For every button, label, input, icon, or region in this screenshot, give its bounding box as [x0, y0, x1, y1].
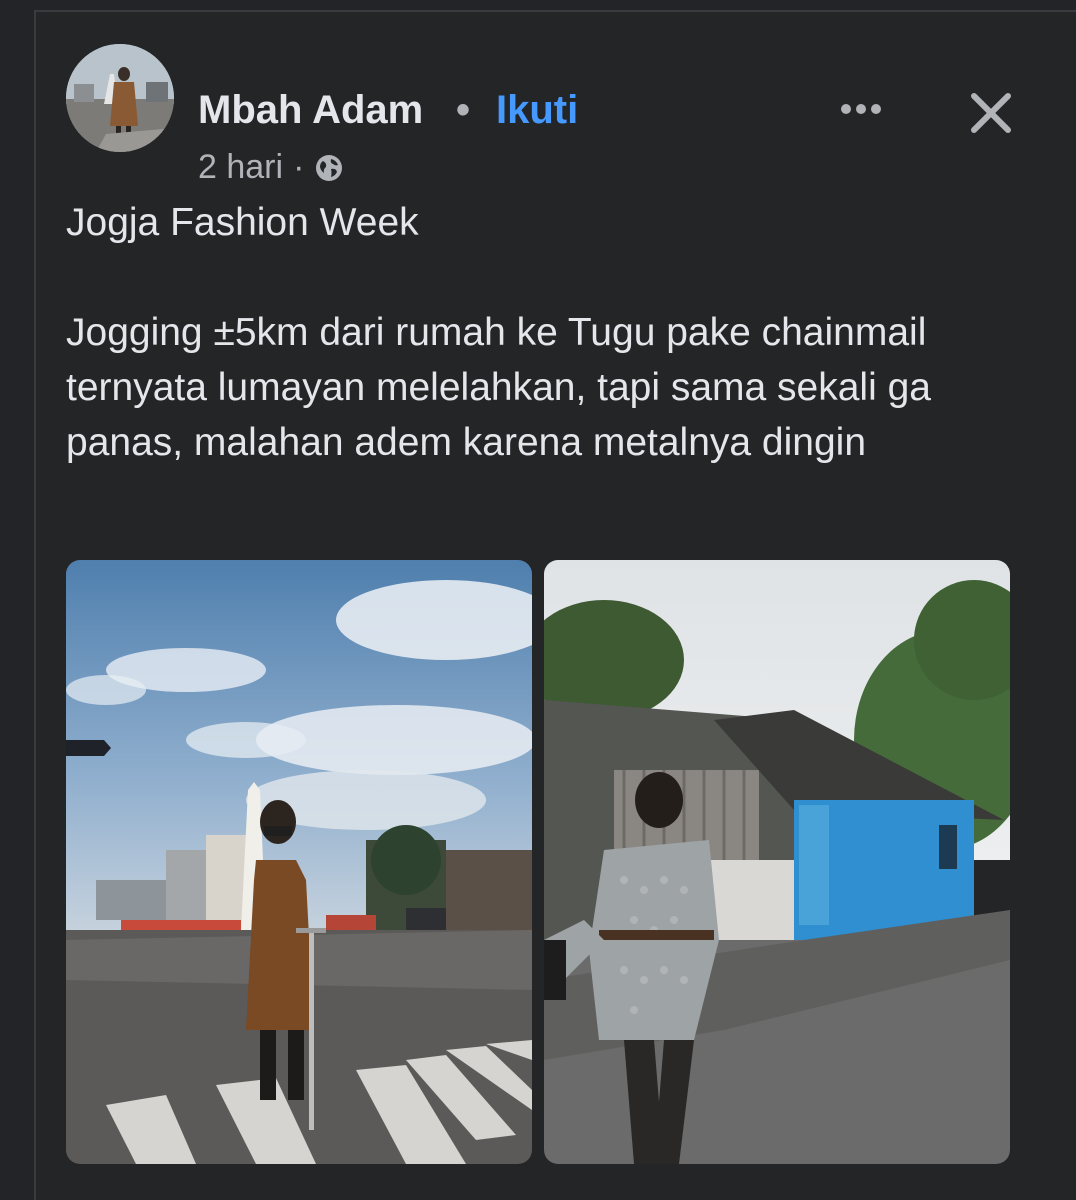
- globe-icon[interactable]: [314, 153, 344, 183]
- post-timestamp[interactable]: 2 hari: [198, 148, 283, 187]
- close-button[interactable]: [966, 88, 1016, 138]
- more-options-button[interactable]: [836, 94, 886, 124]
- photo-street-building[interactable]: [544, 560, 1010, 1164]
- separator-dot: •: [456, 88, 471, 132]
- post-content: Jogja Fashion Week Jogging ±5km dari rum…: [66, 195, 986, 470]
- meta-separator: ·: [293, 148, 305, 186]
- avatar[interactable]: [66, 44, 174, 152]
- post-body: Jogging ±5km dari rumah ke Tugu pake cha…: [66, 311, 931, 464]
- more-horizontal-icon: [841, 104, 881, 114]
- post-meta: 2 hari ·: [198, 148, 344, 187]
- photo-tugu-monument[interactable]: [66, 560, 532, 1164]
- author-name[interactable]: Mbah Adam: [198, 88, 423, 133]
- close-icon: [971, 93, 1011, 133]
- post-header: Mbah Adam • Ikuti 2 hari ·: [66, 44, 1026, 186]
- post-title: Jogja Fashion Week: [66, 201, 419, 244]
- follow-button[interactable]: Ikuti: [496, 88, 578, 133]
